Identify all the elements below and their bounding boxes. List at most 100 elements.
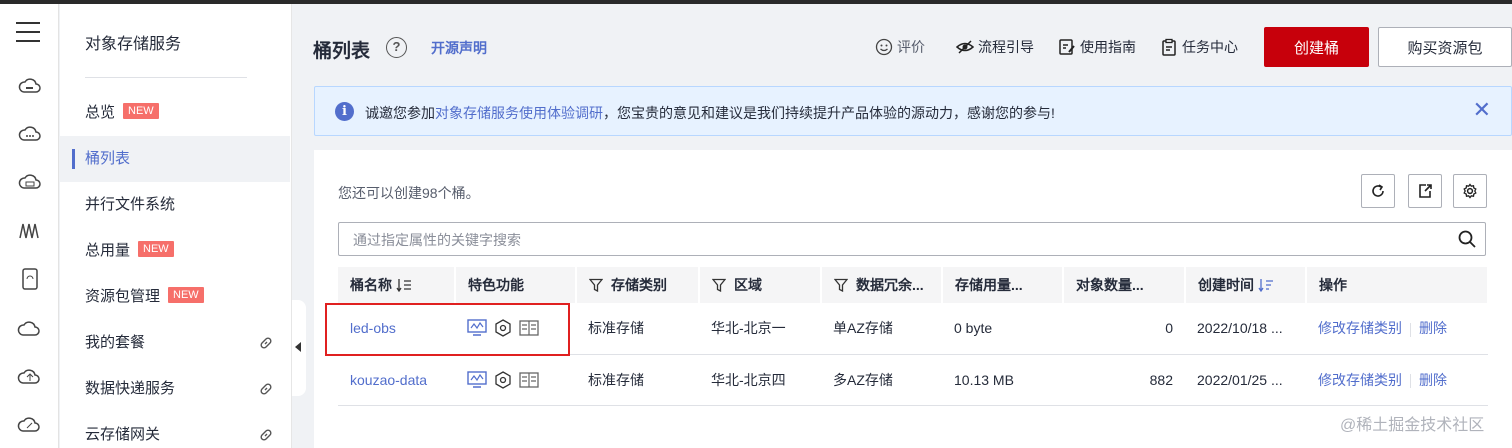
- smile-icon: [875, 38, 893, 56]
- notice-prefix: 诚邀您参加: [365, 105, 435, 121]
- external-link-icon: [260, 429, 272, 441]
- col-redundancy[interactable]: 数据冗余...: [821, 267, 943, 303]
- monitor-icon[interactable]: [467, 370, 487, 389]
- open-source-link[interactable]: 开源声明: [431, 38, 487, 58]
- hamburger-menu-icon[interactable]: [16, 22, 40, 49]
- task-center-button[interactable]: 任务中心: [1160, 37, 1238, 57]
- redundancy-cell: 单AZ存储: [821, 303, 942, 355]
- eye-icon: [956, 40, 974, 54]
- sidebar-item-label: 资源包管理: [85, 288, 161, 305]
- sort-desc-icon[interactable]: [1258, 278, 1274, 292]
- sidebar-item-resource-packages[interactable]: 资源包管理 NEW: [60, 274, 290, 320]
- sidebar-title: 对象存储服务: [85, 36, 182, 53]
- sidebar-item-storage-gateway[interactable]: 云存储网关: [60, 412, 290, 448]
- guide-flow-label: 流程引导: [978, 39, 1034, 55]
- created-time-cell: 2022/10/18 ...: [1185, 303, 1306, 355]
- sidebar-item-label: 我的套餐: [85, 334, 146, 351]
- cloud-database-icon[interactable]: [17, 122, 43, 148]
- filter-icon[interactable]: [834, 278, 848, 292]
- usage-cell: 0 byte: [942, 303, 1063, 355]
- cluster-icon[interactable]: [493, 370, 513, 389]
- modify-storage-class-link[interactable]: 修改存储类别: [1318, 372, 1402, 388]
- redundancy-cell: 多AZ存储: [821, 354, 942, 406]
- new-badge: NEW: [168, 287, 204, 304]
- export-button[interactable]: [1408, 174, 1442, 208]
- sidebar-item-bucket-list[interactable]: 桶列表: [60, 136, 290, 182]
- guide-flow-button[interactable]: 流程引导: [956, 37, 1034, 57]
- divider: [1410, 322, 1411, 337]
- watermark: @稀土掘金技术社区: [1340, 417, 1485, 434]
- create-bucket-button[interactable]: 创建桶: [1264, 27, 1369, 67]
- modify-storage-class-link[interactable]: 修改存储类别: [1318, 320, 1402, 336]
- page-title: 桶列表: [313, 41, 371, 62]
- sidebar-divider: [85, 77, 247, 78]
- sidebar-item-data-express[interactable]: 数据快递服务: [60, 366, 290, 412]
- sidebar-item-label: 总用量: [85, 242, 131, 259]
- search-bar: [338, 222, 1486, 256]
- refresh-button[interactable]: [1361, 174, 1395, 208]
- col-region[interactable]: 区域: [699, 267, 822, 303]
- sidebar-item-label: 桶列表: [85, 150, 131, 167]
- info-icon: i: [335, 102, 354, 121]
- col-bucket-name[interactable]: 桶名称: [338, 267, 456, 303]
- book-icon[interactable]: [519, 371, 539, 389]
- sort-icon[interactable]: [396, 278, 412, 292]
- user-guide-label: 使用指南: [1080, 39, 1136, 55]
- divider: [1410, 373, 1411, 388]
- search-icon[interactable]: [1457, 229, 1477, 249]
- sidebar-item-label: 总览: [85, 104, 116, 121]
- edit-doc-icon: [1059, 39, 1075, 55]
- clipboard-icon: [1162, 38, 1176, 56]
- export-icon: [1419, 184, 1432, 198]
- notice-text: 诚邀您参加对象存储服务使用体验调研，您宝贵的意见和建议是我们持续提升产品体验的源…: [365, 103, 1055, 123]
- col-storage-class[interactable]: 存储类别: [576, 267, 700, 303]
- sidebar-menu: 对象存储服务 总览 NEW 桶列表 并行文件系统 总用量 NEW 资源包管理 NEW …: [60, 4, 292, 448]
- delete-link[interactable]: 删除: [1419, 320, 1447, 336]
- cloud-storage-icon[interactable]: [17, 170, 43, 196]
- cloud-upload-icon[interactable]: [17, 364, 43, 390]
- search-input[interactable]: [353, 230, 1433, 250]
- rate-button[interactable]: 评价: [875, 37, 925, 57]
- help-icon[interactable]: ?: [386, 37, 407, 58]
- buy-resource-package-button[interactable]: 购买资源包: [1378, 27, 1512, 67]
- region-cell: 华北-北京四: [699, 354, 821, 406]
- settings-button[interactable]: [1453, 174, 1487, 208]
- gear-icon: [1463, 183, 1477, 199]
- col-object-count[interactable]: 对象数量...: [1063, 267, 1186, 303]
- survey-notice-banner: i 诚邀您参加对象存储服务使用体验调研，您宝贵的意见和建议是我们持续提升产品体验…: [314, 86, 1512, 136]
- object-count-cell: 0: [1063, 303, 1185, 355]
- operations-cell: 修改存储类别 删除: [1306, 303, 1488, 355]
- sidebar-item-label: 并行文件系统: [85, 196, 176, 213]
- col-created-time[interactable]: 创建时间: [1185, 267, 1307, 303]
- col-operations: 操作: [1306, 267, 1489, 303]
- cloud-tool-icon[interactable]: [17, 412, 43, 438]
- region-cell: 华北-北京一: [699, 303, 821, 355]
- usage-cell: 10.13 MB: [942, 354, 1063, 406]
- cloud-icon[interactable]: [17, 316, 43, 342]
- highlight-annotation-box: [325, 303, 570, 356]
- new-badge: NEW: [123, 103, 159, 120]
- bucket-name-link[interactable]: kouzao-data: [350, 372, 427, 388]
- sidebar-item-label: 数据快递服务: [85, 380, 176, 397]
- close-icon[interactable]: ✕: [1473, 99, 1491, 121]
- delete-link[interactable]: 删除: [1419, 372, 1447, 388]
- col-features: 特色功能: [455, 267, 577, 303]
- object-count-cell: 882: [1063, 354, 1185, 406]
- device-icon[interactable]: [17, 266, 43, 292]
- filter-icon[interactable]: [712, 278, 726, 292]
- created-time-cell: 2022/01/25 ...: [1185, 354, 1306, 406]
- sidebar-item-overview[interactable]: 总览 NEW: [60, 90, 290, 136]
- table-row: kouzao-data 标准存储 华北-北京四 多AZ存储 10.13 MB 8…: [338, 354, 1488, 406]
- sidebar-item-total-usage[interactable]: 总用量 NEW: [60, 228, 290, 274]
- sidebar-collapse-toggle[interactable]: [292, 300, 306, 396]
- bucket-quota-text: 您还可以创建98个桶。: [338, 185, 480, 201]
- cloud-server-icon[interactable]: [17, 74, 43, 100]
- user-guide-button[interactable]: 使用指南: [1058, 37, 1136, 57]
- sidebar-item-my-plan[interactable]: 我的套餐: [60, 320, 290, 366]
- filter-icon[interactable]: [589, 278, 603, 292]
- col-storage-usage[interactable]: 存储用量...: [942, 267, 1064, 303]
- sidebar-item-parallel-fs[interactable]: 并行文件系统: [60, 182, 290, 228]
- monitor-wave-icon[interactable]: [17, 218, 43, 244]
- rate-label: 评价: [897, 39, 925, 55]
- survey-link[interactable]: 对象存储服务使用体验调研: [435, 105, 603, 121]
